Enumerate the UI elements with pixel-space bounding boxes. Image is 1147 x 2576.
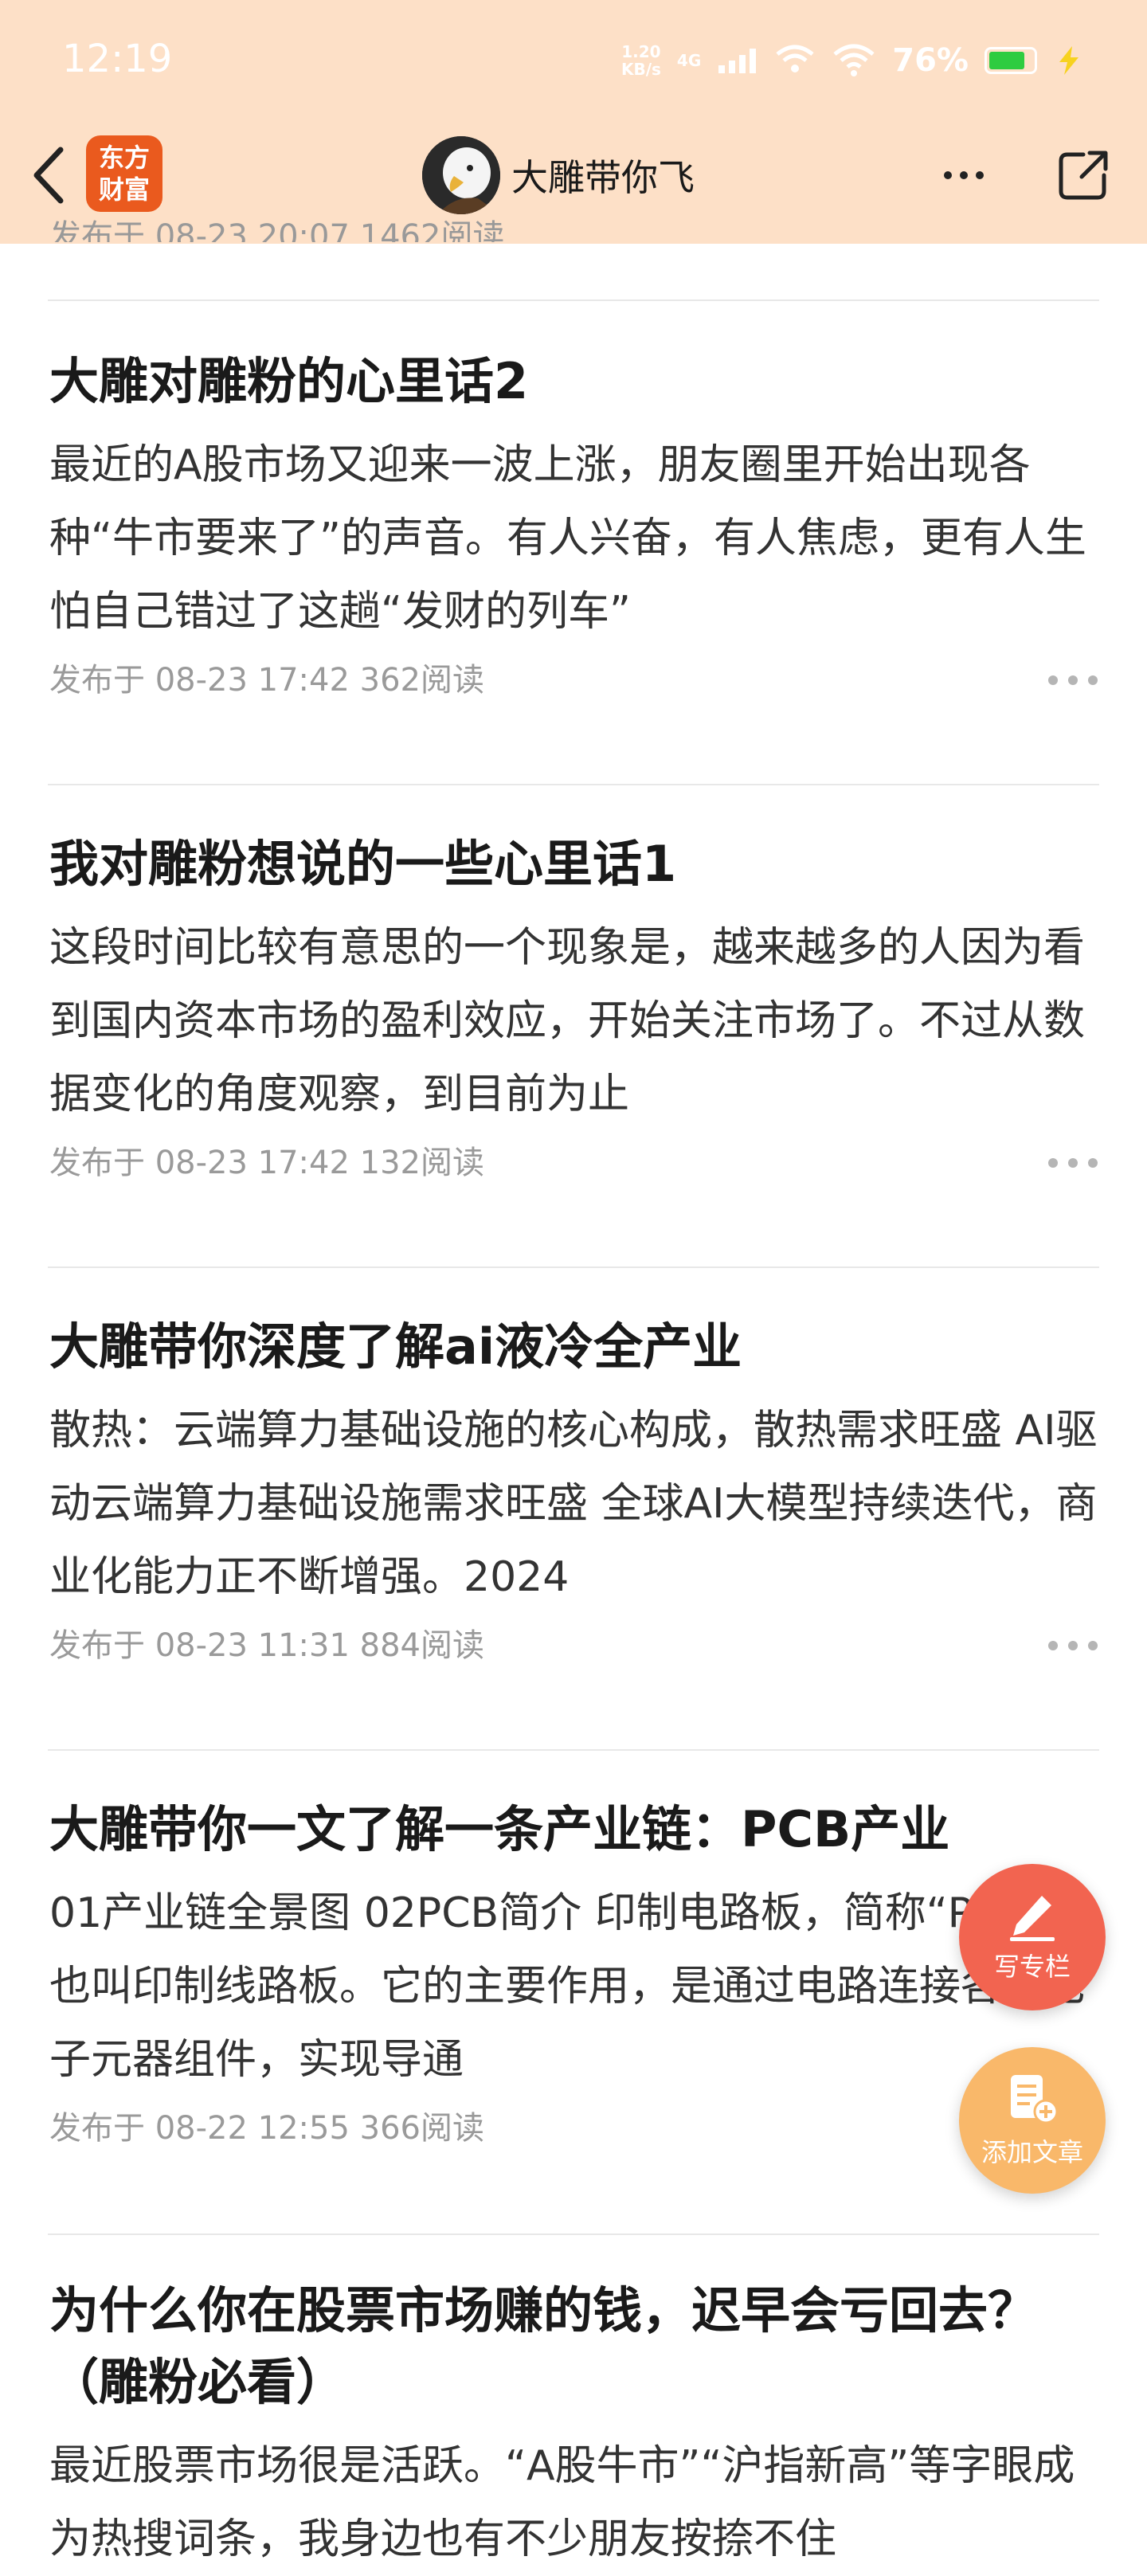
article-title[interactable]: 大雕带你一文了解一条产业链：PCB产业: [49, 1794, 1098, 1865]
article-meta: 发布于 08-23 11:31 884阅读: [49, 1622, 1098, 1670]
dot-icon: [1048, 675, 1058, 685]
dot-icon: [1068, 1641, 1078, 1650]
add-document-icon: [1011, 2075, 1059, 2124]
dot-icon: [960, 171, 968, 179]
back-arrow-icon[interactable]: [22, 140, 78, 210]
article-title[interactable]: 为什么你在股票市场赚的钱，迟早会亏回去？（雕粉必看）: [49, 2275, 1098, 2418]
article-card[interactable]: 大雕带你深度了解ai液冷全产业 散热：云端算力基础设施的核心构成，散热需求旺盛 …: [49, 1311, 1098, 1670]
hotspot-icon: [776, 45, 814, 72]
article-meta: 发布于 08-22 12:55 366阅读: [49, 2104, 1098, 2152]
article-meta-text: 发布于 08-22 12:55 366阅读: [49, 2110, 484, 2147]
article-more-button[interactable]: [1048, 672, 1098, 688]
author-name: 大雕带你飞: [511, 156, 695, 199]
article-card[interactable]: 我对雕粉想说的一些心里话1 这段时间比较有意思的一个现象是，越来越多的人因为看到…: [49, 828, 1098, 1187]
wifi-icon: [833, 44, 875, 76]
article-card[interactable]: 大雕对雕粉的心里话2 最近的A股市场又迎来一波上涨，朋友圈里开始出现各种“牛市要…: [49, 346, 1098, 704]
status-bar: 12:19 1.20 KB/s 4G 76%: [0, 0, 1147, 119]
avatar: [422, 136, 500, 214]
dot-icon: [1088, 1158, 1098, 1168]
dot-icon: [1048, 1641, 1058, 1650]
article-meta-text: 发布于 08-23 17:42 132阅读: [49, 1145, 484, 1181]
divider: [48, 1749, 1099, 1751]
dot-icon: [1088, 675, 1098, 685]
battery-icon: [985, 47, 1037, 74]
share-icon[interactable]: [1051, 143, 1115, 207]
article-title[interactable]: 大雕带你深度了解ai液冷全产业: [49, 1311, 1098, 1383]
dot-icon: [1088, 1641, 1098, 1650]
add-article-button[interactable]: 添加文章: [959, 2047, 1106, 2194]
network-speed: 1.20 KB/s: [621, 43, 661, 78]
app-logo-line1: 东方: [98, 143, 150, 173]
article-summary[interactable]: 01产业链全景图 02PCB简介 印制电路板，简称“PCB”，也叫印制线路板。它…: [49, 1877, 1098, 2096]
pen-icon: [1010, 1896, 1055, 1941]
more-options-button[interactable]: [932, 143, 996, 207]
app-logo[interactable]: 东方 财富: [86, 135, 162, 212]
battery-percent: 76%: [892, 42, 969, 79]
divider: [48, 2233, 1099, 2235]
write-column-button[interactable]: 写专栏: [959, 1864, 1106, 2010]
previous-article-meta: 发布于 08-23 20:07 1462阅读: [49, 218, 505, 242]
dot-icon: [1068, 1158, 1078, 1168]
divider: [48, 299, 1099, 301]
article-title[interactable]: 大雕对雕粉的心里话2: [49, 346, 1098, 417]
author-header[interactable]: 大雕带你飞: [422, 135, 695, 215]
charging-icon: [1059, 46, 1078, 75]
article-summary[interactable]: 散热：云端算力基础设施的核心构成，散热需求旺盛 AI驱动云端算力基础设施需求旺盛…: [49, 1394, 1098, 1614]
divider: [48, 1266, 1099, 1268]
article-meta: 发布于 08-23 17:42 362阅读: [49, 656, 1098, 704]
article-card[interactable]: 大雕带你一文了解一条产业链：PCB产业 01产业链全景图 02PCB简介 印制电…: [49, 1794, 1098, 2152]
article-more-button[interactable]: [1048, 1155, 1098, 1171]
article-meta-text: 发布于 08-23 17:42 362阅读: [49, 662, 484, 699]
article-summary[interactable]: 最近股票市场很是活跃。“A股牛市”“沪指新高”等字眼成为热搜词条，我身边也有不少…: [49, 2429, 1098, 2576]
article-summary[interactable]: 最近的A股市场又迎来一波上涨，朋友圈里开始出现各种“牛市要来了”的声音。有人兴奋…: [49, 429, 1098, 648]
add-article-label: 添加文章: [981, 2137, 1083, 2167]
article-meta: 发布于 08-23 17:42 132阅读: [49, 1139, 1098, 1187]
signal-icon: [718, 49, 757, 73]
network-speed-value: 1.20: [621, 42, 661, 61]
article-meta-text: 发布于 08-23 11:31 884阅读: [49, 1627, 484, 1664]
top-header: 12:19 1.20 KB/s 4G 76% 东方 财富 大雕带你飞: [0, 0, 1147, 244]
dot-icon: [944, 171, 952, 179]
article-card[interactable]: 为什么你在股票市场赚的钱，迟早会亏回去？（雕粉必看） 最近股票市场很是活跃。“A…: [49, 2275, 1098, 2576]
article-title[interactable]: 我对雕粉想说的一些心里话1: [49, 828, 1098, 900]
app-logo-line2: 财富: [98, 174, 150, 205]
write-column-label: 写专栏: [993, 1952, 1071, 1982]
dot-icon: [1068, 675, 1078, 685]
divider: [48, 784, 1099, 785]
article-more-button[interactable]: [1048, 1638, 1098, 1654]
eagle-avatar-icon: [422, 136, 500, 214]
dot-icon: [1048, 1158, 1058, 1168]
status-time: 12:19: [62, 37, 173, 81]
network-type: 4G: [676, 51, 702, 70]
network-speed-unit: KB/s: [620, 60, 661, 79]
article-summary[interactable]: 这段时间比较有意思的一个现象是，越来越多的人因为看到国内资本市场的盈利效应，开始…: [49, 911, 1098, 1131]
dot-icon: [976, 171, 984, 179]
status-icons: 1.20 KB/s 4G 76%: [621, 37, 1085, 84]
